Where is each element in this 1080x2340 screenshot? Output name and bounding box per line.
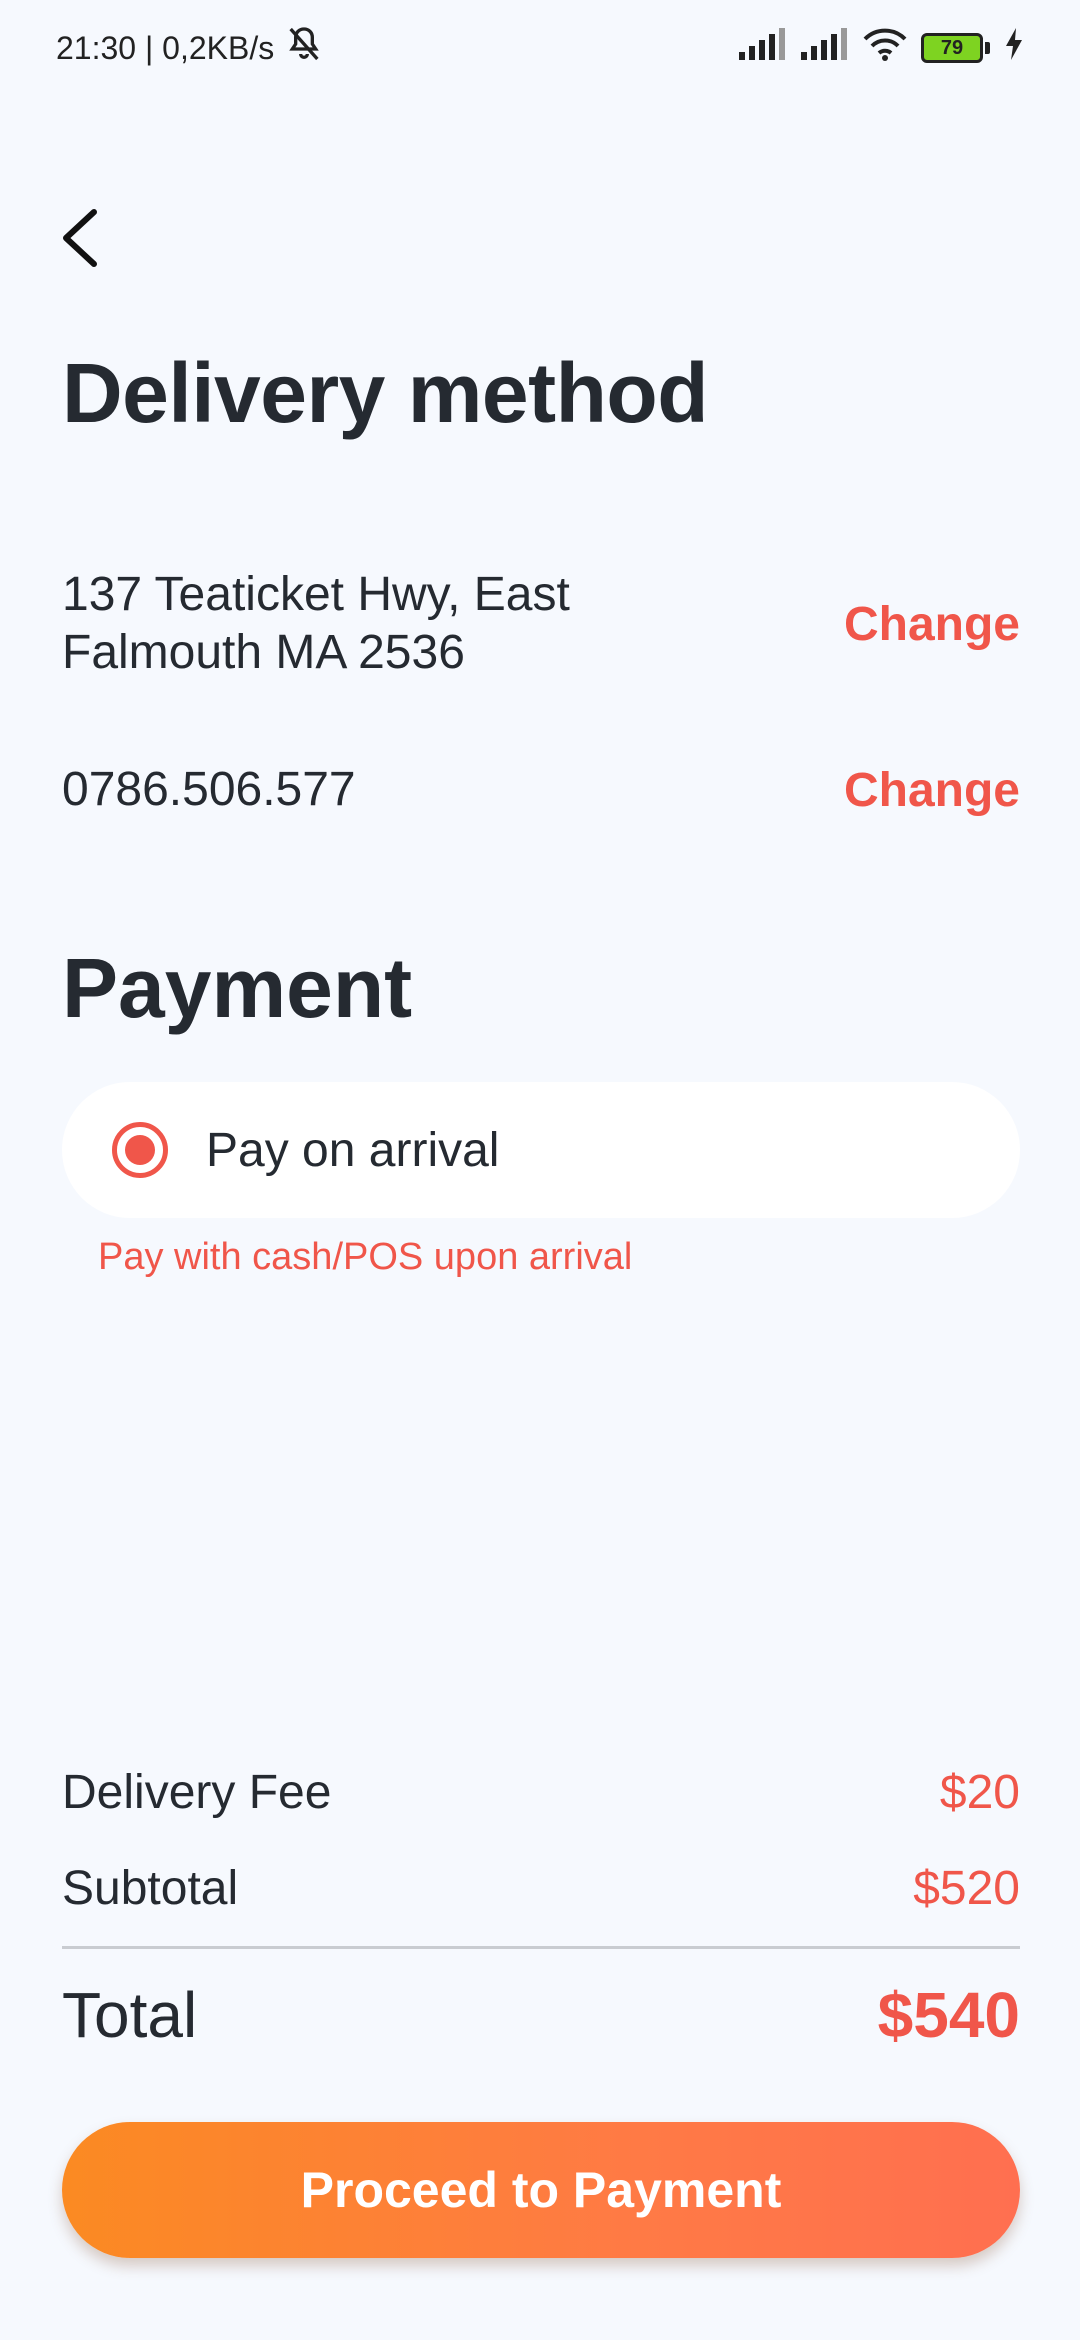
mute-bell-icon (284, 24, 324, 72)
status-right: 79 (739, 27, 1024, 69)
radio-dot (125, 1135, 155, 1165)
subtotal-row: Subtotal $520 (62, 1858, 1020, 1918)
address-line-2: Falmouth MA 2536 (62, 626, 465, 679)
subtotal-value: $520 (913, 1861, 1020, 1915)
radio-button-selected[interactable] (112, 1122, 168, 1178)
proceed-to-payment-button[interactable]: Proceed to Payment (62, 2122, 1020, 2258)
address-line-1: 137 Teaticket Hwy, East (62, 568, 570, 621)
payment-section-title: Payment (62, 941, 413, 1035)
phone-number: 0786.506.577 (62, 763, 356, 816)
payment-note: Pay with cash/POS upon arrival (98, 1236, 633, 1278)
change-phone-button[interactable]: Change (844, 763, 1020, 818)
change-address-button[interactable]: Change (844, 597, 1020, 652)
chevron-left-icon (56, 206, 104, 275)
subtotal-label: Subtotal (62, 1861, 239, 1915)
delivery-fee-row: Delivery Fee $20 (62, 1762, 1020, 1822)
back-button[interactable] (56, 200, 126, 280)
battery-icon: 79 (921, 33, 990, 63)
phone-row: 0786.506.577 Change (62, 758, 1020, 822)
summary-divider (62, 1946, 1020, 1949)
pay-on-arrival-option[interactable]: Pay on arrival (62, 1082, 1020, 1218)
signal-icon-2 (801, 28, 849, 68)
page-title: Delivery method (62, 346, 709, 440)
address-row: 137 Teaticket Hwy, East Falmouth MA 2536… (62, 562, 1020, 686)
battery-level: 79 (921, 33, 983, 63)
total-label: Total (62, 1979, 198, 2051)
charging-icon (1004, 28, 1024, 68)
status-time-speed: 21:30 | 0,2KB/s (56, 29, 275, 66)
address-text: 137 Teaticket Hwy, East Falmouth MA 2536 (62, 566, 570, 682)
total-row: Total $540 (62, 1972, 1020, 2058)
signal-icon (739, 28, 787, 68)
delivery-method-screen: 21:30 | 0,2KB/s 79 Delivery method 137 T… (0, 0, 1080, 2340)
delivery-fee-value: $20 (939, 1765, 1020, 1819)
status-left: 21:30 | 0,2KB/s (56, 24, 324, 72)
total-value: $540 (877, 1979, 1020, 2051)
battery-tip (985, 42, 990, 54)
payment-option-label: Pay on arrival (206, 1123, 500, 1177)
status-bar: 21:30 | 0,2KB/s 79 (0, 0, 1080, 96)
delivery-fee-label: Delivery Fee (62, 1765, 332, 1819)
wifi-icon (863, 27, 907, 69)
